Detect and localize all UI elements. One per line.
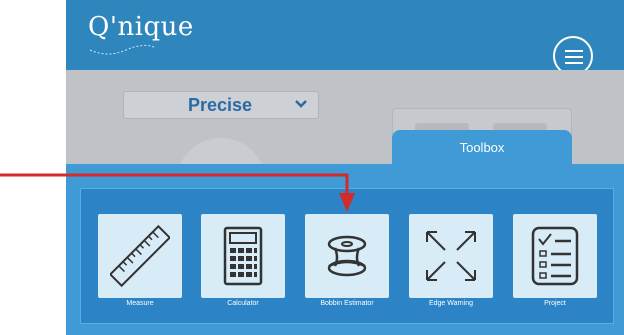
callout-arrow-icon	[0, 173, 355, 212]
